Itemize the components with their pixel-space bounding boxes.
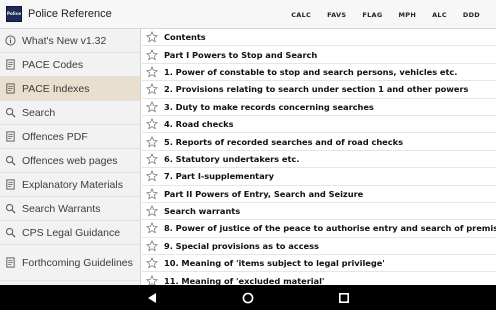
list-item-label: Part I Powers to Stop and Search xyxy=(164,49,318,60)
top-app-bar: Police Police Reference CALC FAVS FLAG M… xyxy=(0,0,496,29)
list-item-label: Search warrants xyxy=(164,206,241,217)
list-item-label: 11. Meaning of 'excluded material' xyxy=(164,275,325,285)
favorite-star-icon[interactable] xyxy=(146,275,158,285)
sidebar-item-label: Search xyxy=(22,106,56,119)
list-item-label: 8. Power of justice of the peace to auth… xyxy=(164,223,496,234)
list-item[interactable]: 4. Road checks xyxy=(142,116,496,134)
list-item[interactable]: 1. Power of constable to stop and search… xyxy=(142,64,496,82)
sidebar-item[interactable]: Explanatory Materials xyxy=(0,173,140,197)
sidebar-item[interactable]: PACE Codes xyxy=(0,53,140,77)
list-item-label: 3. Duty to make records concerning searc… xyxy=(164,101,374,112)
sidebar-item-label: Forthcoming Guidelines xyxy=(22,256,133,269)
document-icon xyxy=(5,59,16,70)
list-item[interactable]: Contents xyxy=(142,29,496,47)
favorite-star-icon[interactable] xyxy=(146,66,158,78)
search-icon xyxy=(5,227,16,238)
list-item-label: 10. Meaning of 'items subject to legal p… xyxy=(164,258,385,269)
sidebar-item-label: PACE Codes xyxy=(22,58,84,71)
ddd-button[interactable]: DDD xyxy=(455,11,488,19)
sidebar-item-label: CPS Legal Guidance xyxy=(22,226,121,239)
sidebar-item[interactable]: Search Warrants xyxy=(0,197,140,221)
sidebar-item-label: Offences PDF xyxy=(22,130,88,143)
document-icon xyxy=(5,131,16,142)
action-buttons: CALC FAVS FLAG MPH ALC DDD xyxy=(283,0,488,29)
list-item[interactable]: 11. Meaning of 'excluded material' xyxy=(142,272,496,285)
app-logo-text: Police xyxy=(6,11,22,16)
list-item[interactable]: Part I Powers to Stop and Search xyxy=(142,46,496,64)
favs-button[interactable]: FAVS xyxy=(319,11,354,19)
search-icon xyxy=(5,107,16,118)
calc-button[interactable]: CALC xyxy=(283,11,319,19)
favorite-star-icon[interactable] xyxy=(146,205,158,217)
favorite-star-icon[interactable] xyxy=(146,118,158,130)
flag-button[interactable]: FLAG xyxy=(354,11,390,19)
list-item[interactable]: Search warrants xyxy=(142,203,496,221)
document-icon xyxy=(5,257,16,268)
sidebar-item[interactable]: Forthcoming Guidelines xyxy=(0,245,140,281)
pace-index-list: Contents Part I Powers to Stop and Search… xyxy=(142,29,496,285)
list-item-label: 7. Part I-supplementary xyxy=(164,171,275,182)
android-navigation-bar xyxy=(0,285,496,310)
sidebar-item[interactable]: PACE Indexes xyxy=(0,77,140,101)
favorite-star-icon[interactable] xyxy=(146,257,158,269)
favorite-star-icon[interactable] xyxy=(146,188,158,200)
favorite-star-icon[interactable] xyxy=(146,83,158,95)
app-title: Police Reference xyxy=(28,8,112,20)
favorite-star-icon[interactable] xyxy=(146,222,158,234)
favorite-star-icon[interactable] xyxy=(146,31,158,43)
favorite-star-icon[interactable] xyxy=(146,240,158,252)
list-item-label: 6. Statutory undertakers etc. xyxy=(164,153,300,164)
sidebar-item[interactable]: Offences PDF xyxy=(0,125,140,149)
list-item[interactable]: 3. Duty to make records concerning searc… xyxy=(142,99,496,116)
favorite-star-icon[interactable] xyxy=(146,153,158,165)
mph-button[interactable]: MPH xyxy=(390,11,424,19)
sidebar-item-label: PACE Indexes xyxy=(22,82,90,95)
list-item[interactable]: 2. Provisions relating to search under s… xyxy=(142,81,496,99)
list-item-label: 2. Provisions relating to search under s… xyxy=(164,84,469,95)
favorite-star-icon[interactable] xyxy=(146,135,158,148)
list-item[interactable]: 6. Statutory undertakers etc. xyxy=(142,151,496,169)
list-item-label: Contents xyxy=(164,32,206,43)
list-item[interactable]: 7. Part I-supplementary xyxy=(142,168,496,186)
app-window: Police Police Reference CALC FAVS FLAG M… xyxy=(0,0,496,310)
sidebar-item[interactable]: What's New v1.32 xyxy=(0,29,140,53)
sidebar-item[interactable]: Offences web pages xyxy=(0,149,140,173)
home-icon[interactable] xyxy=(242,292,254,304)
search-icon xyxy=(5,203,16,214)
sidebar-item-label: Offences web pages xyxy=(22,154,118,167)
list-item[interactable]: 5. Reports of recorded searches and of r… xyxy=(142,133,496,151)
sidebar-item[interactable]: Search xyxy=(0,101,140,125)
alc-button[interactable]: ALC xyxy=(424,11,455,19)
sidebar-item[interactable]: CPS Legal Guidance xyxy=(0,221,140,245)
sidebar-item-label: Search Warrants xyxy=(22,202,101,215)
list-item-label: 5. Reports of recorded searches and of r… xyxy=(164,136,403,147)
favorite-star-icon[interactable] xyxy=(146,101,158,113)
sidebar-item-label: Explanatory Materials xyxy=(22,178,123,191)
app-logo: Police xyxy=(6,6,22,22)
list-item[interactable]: 10. Meaning of 'items subject to legal p… xyxy=(142,255,496,273)
search-icon xyxy=(5,155,16,166)
sidebar: What's New v1.32 PACE Codes PACE Indexes Se… xyxy=(0,29,141,285)
list-item[interactable]: Part II Powers of Entry, Search and Seiz… xyxy=(142,186,496,203)
list-item-label: 9. Special provisions as to access xyxy=(164,240,319,251)
list-item[interactable]: 8. Power of justice of the peace to auth… xyxy=(142,220,496,238)
sidebar-item-label: What's New v1.32 xyxy=(22,34,107,47)
favorite-star-icon[interactable] xyxy=(146,170,158,182)
list-item-label: Part II Powers of Entry, Search and Seiz… xyxy=(164,188,364,199)
info-icon xyxy=(5,35,16,46)
favorite-star-icon[interactable] xyxy=(146,48,158,61)
recents-icon[interactable] xyxy=(338,292,350,304)
document-icon xyxy=(5,83,16,94)
back-icon[interactable] xyxy=(146,292,158,304)
document-icon xyxy=(5,179,16,190)
list-item-label: 4. Road checks xyxy=(164,119,234,130)
list-item-label: 1. Power of constable to stop and search… xyxy=(164,66,458,77)
list-item[interactable]: 9. Special provisions as to access xyxy=(142,238,496,256)
